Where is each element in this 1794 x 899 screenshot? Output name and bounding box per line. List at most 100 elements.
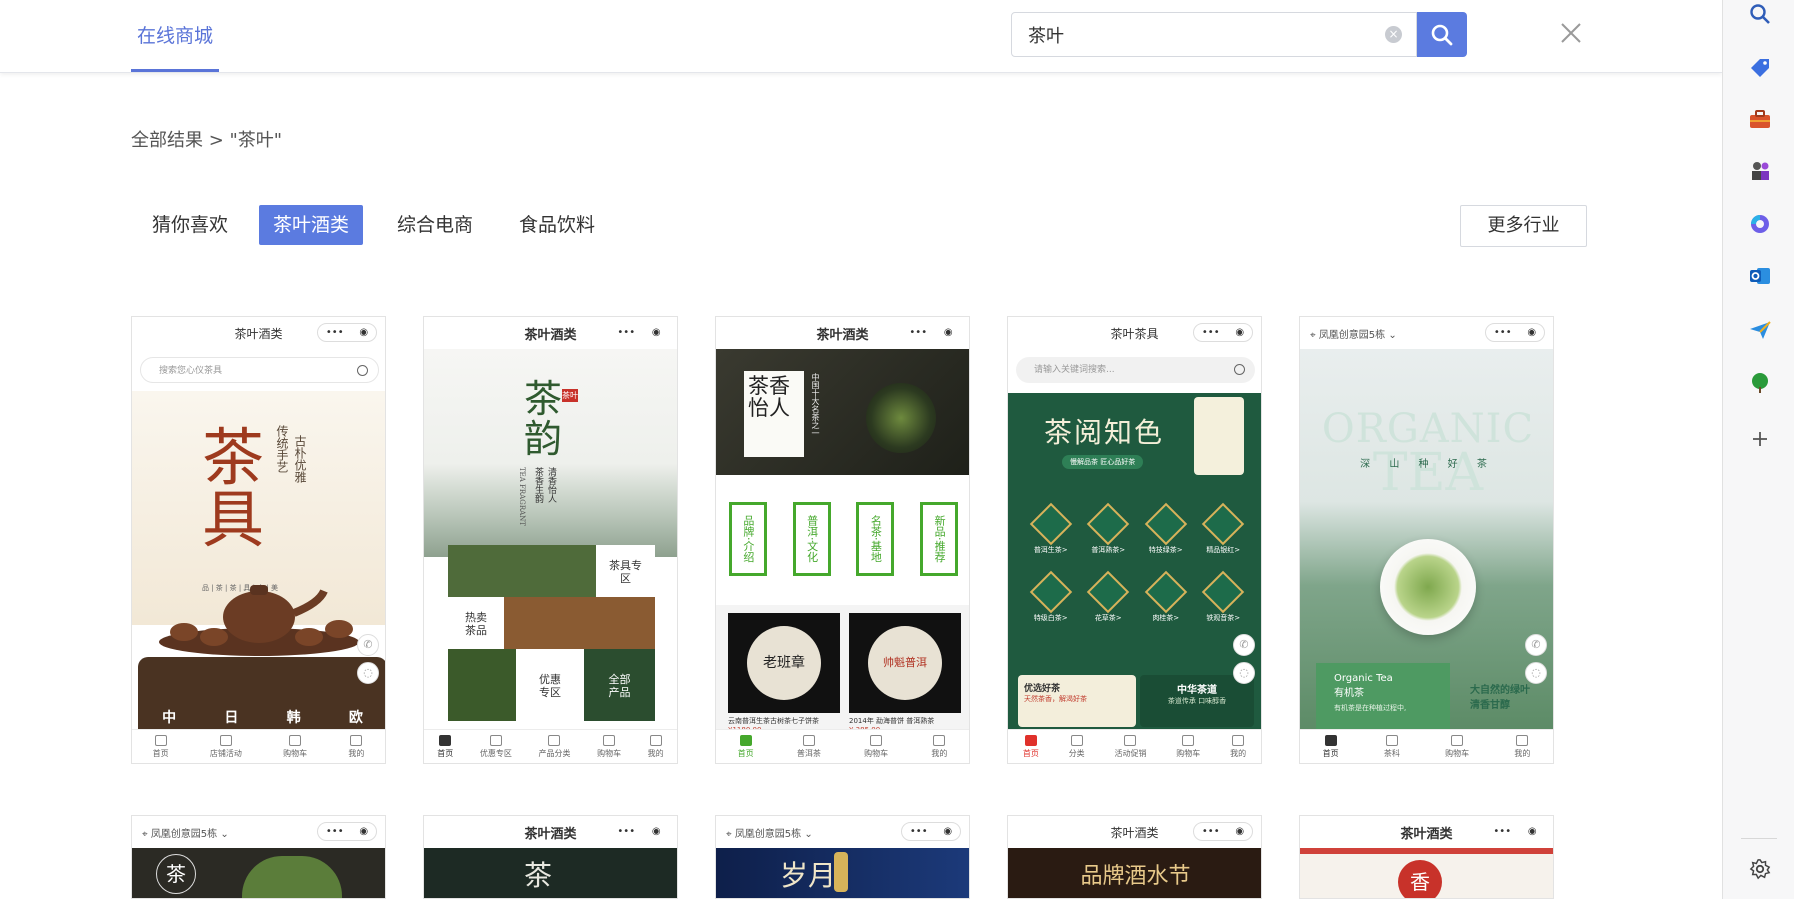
close-button[interactable]	[1556, 18, 1586, 48]
card-tabbar: 首页 优惠专区 产品分类 购物车 我的	[424, 729, 677, 763]
category-tab[interactable]: 食品饮料	[505, 205, 609, 245]
tab-item: 我的	[1230, 734, 1246, 759]
chat-icon: ◌	[1233, 662, 1255, 684]
category-tab[interactable]: 猜你喜欢	[138, 205, 242, 245]
card-title: 茶叶酒类	[816, 327, 869, 343]
hero-subtitle: 清香怡人	[546, 467, 556, 503]
card-search-bar: 搜索您心仪茶具	[140, 357, 379, 383]
search-icon	[357, 365, 368, 376]
tea-cup-image	[1380, 539, 1476, 635]
capsule-menu: ••• ◉	[317, 822, 377, 841]
search-button[interactable]	[1417, 12, 1467, 57]
capsule-menu: ••• ◉	[909, 327, 953, 338]
outlook-icon[interactable]	[1747, 263, 1773, 289]
more-industries-button[interactable]: 更多行业	[1460, 205, 1587, 247]
template-card[interactable]: 茶叶酒类 ••• ◉ 品牌酒水节	[1007, 815, 1262, 899]
card-header: 茶叶酒类 ••• ◉	[132, 317, 385, 349]
copilot-icon[interactable]	[1747, 211, 1773, 237]
chess-icon[interactable]	[1747, 158, 1773, 184]
hero-seal: 茶叶	[562, 389, 578, 402]
tab-item: 茶科	[1384, 734, 1400, 759]
card-title: 茶叶酒类	[524, 826, 577, 842]
category-diamonds: 普洱生茶> 普洱熟茶> 特技绿茶> 精品银红> 特级白茶> 花草茶> 肉桂茶> …	[1022, 502, 1252, 623]
search-icon[interactable]	[1747, 1, 1773, 27]
card-tabbar: 首页 分类 活动促销 购物车 我的	[1008, 729, 1261, 763]
card-hero: 香	[1300, 848, 1553, 898]
hero-title: 茶香怡人	[744, 371, 804, 457]
card-header: 茶叶酒类 ••• ◉	[1008, 816, 1261, 848]
gear-icon[interactable]	[1747, 856, 1773, 882]
category-tab-active[interactable]: 茶叶酒类	[259, 205, 364, 245]
card-hero: 茶	[132, 848, 385, 898]
tab-online-mall[interactable]: 在线商城	[131, 0, 219, 72]
template-card[interactable]: 茶叶酒类 ••• ◉ 茶韵 茶叶 茶香生韵 清香怡人 TEA FRAGRANT 茶…	[423, 316, 678, 764]
location-label: ⌖ 凤凰创意园5栋 ⌄	[726, 828, 813, 840]
search-input[interactable]	[1028, 13, 1368, 56]
clear-icon[interactable]: ×	[1385, 26, 1402, 43]
template-card[interactable]: 茶叶茶具 ••• ◉ 请输入关键词搜索... 茶阅知色 慢解品茶 匠心品好茶 普洱…	[1007, 316, 1262, 764]
location-label: ⌖ 凤凰创意园5栋 ⌄	[142, 828, 229, 840]
product-list: 老班章 云南普洱生茶古树茶七子饼茶 ¥1180.00 帅魁普洱 2014年 勐海…	[716, 605, 969, 734]
template-card[interactable]: ⌖ 凤凰创意园5栋 ⌄ ••• ◉ 岁月	[715, 815, 970, 899]
template-card[interactable]: ⌖ 凤凰创意园5栋 ⌄ ••• ◉ ORGANIC TEA 深 山 种 好 茶 O…	[1299, 316, 1554, 764]
right-sidebar	[1722, 0, 1794, 899]
capsule-menu: ••• ◉	[317, 323, 377, 342]
search-box: ×	[1011, 12, 1417, 57]
template-card[interactable]: 茶叶酒类 ••• ◉ 香	[1299, 815, 1554, 899]
card-search-bar: 请输入关键词搜索...	[1016, 357, 1255, 383]
tag-icon[interactable]	[1747, 55, 1773, 81]
card-header: ⌖ 凤凰创意园5栋 ⌄ ••• ◉	[1300, 317, 1553, 349]
category-tab[interactable]: 综合电商	[383, 205, 487, 245]
card-header: 茶叶酒类 ••• ◉	[424, 816, 677, 848]
add-icon[interactable]	[1747, 426, 1773, 452]
tab-item: 购物车	[864, 734, 888, 759]
tab-item: 我的	[648, 734, 664, 759]
template-card[interactable]: 茶叶酒类 ••• ◉ 茶香怡人 中国十大名茶之一 品牌·介绍 普洱·文化 名茶·基…	[715, 316, 970, 764]
tab-item: 首页	[738, 734, 754, 759]
hero-tagline: 慢解品茶 匠心品好茶	[1062, 455, 1144, 469]
search-icon	[1431, 24, 1453, 45]
tree-icon[interactable]	[1747, 370, 1773, 396]
tab-item: 优惠专区	[480, 734, 512, 759]
card-hero: ORGANIC TEA 深 山 种 好 茶 Organic Tea 有机茶 有机…	[1300, 349, 1553, 731]
send-icon[interactable]	[1747, 317, 1773, 343]
breadcrumb: 全部结果 > "茶叶"	[131, 130, 283, 151]
card-tabbar: 首页 店铺活动 购物车 我的	[132, 729, 385, 763]
template-card[interactable]: 茶叶酒类 ••• ◉ 搜索您心仪茶具 茶具 传统手艺 古朴优雅 品 | 茶 | 茶…	[131, 316, 386, 764]
tab-item: 普洱茶	[797, 734, 821, 759]
card-hero: 茶	[424, 848, 677, 898]
hero-subtitle: 茶香生韵	[533, 467, 543, 503]
phone-icon: ✆	[1233, 634, 1255, 656]
card-header: 茶叶酒类 ••• ◉	[716, 317, 969, 349]
hero-subtitle: 传统手艺	[275, 425, 289, 473]
phone-icon: ✆	[1525, 634, 1547, 656]
card-header: ⌖ 凤凰创意园5栋 ⌄ ••• ◉	[132, 816, 385, 848]
teapot-image	[154, 547, 364, 657]
template-card[interactable]: ⌖ 凤凰创意园5栋 ⌄ ••• ◉ 茶	[131, 815, 386, 899]
template-card[interactable]: 茶叶酒类 ••• ◉ 茶	[423, 815, 678, 899]
hero-title: 茶阅知色	[1044, 416, 1165, 449]
hero-title: ORGANIC TEA	[1321, 406, 1535, 503]
card-title: 茶叶酒类	[524, 327, 577, 343]
top-bar: 在线商城 ×	[0, 0, 1722, 73]
tab-item: 购物车	[1445, 734, 1469, 759]
product-card: 帅魁普洱 2014年 勐海普饼 普洱熟茶 ¥ 385.00	[849, 613, 961, 734]
card-hero: 茶阅知色 慢解品茶 匠心品好茶 普洱生茶> 普洱熟茶> 特技绿茶> 精品银红> …	[1008, 393, 1261, 731]
hero-title: 茶韵	[524, 377, 563, 461]
card-header: 茶叶茶具 ••• ◉	[1008, 317, 1261, 349]
briefcase-icon[interactable]	[1747, 107, 1773, 133]
tab-item: 分类	[1069, 734, 1085, 759]
tab-item: 我的	[348, 734, 364, 759]
chat-icon: ◌	[1525, 662, 1547, 684]
category-strip: 中 日 韩 欧	[138, 657, 385, 731]
capsule-menu: ••• ◉	[1193, 323, 1253, 342]
hero-subtitle: TEA FRAGRANT	[518, 467, 526, 526]
tab-item: 购物车	[283, 734, 307, 759]
card-hero: 茶韵 茶叶 茶香生韵 清香怡人 TEA FRAGRANT	[424, 349, 677, 557]
card-hero: 品牌酒水节	[1008, 848, 1261, 898]
product-card: 老班章 云南普洱生茶古树茶七子饼茶 ¥1180.00	[728, 613, 840, 734]
tab-item: 首页	[1323, 734, 1339, 759]
sidebar-divider	[1741, 838, 1777, 839]
app-window: 在线商城 ×	[0, 0, 1794, 899]
nav-boxes: 品牌·介绍 普洱·文化 名茶·基地 新品·推荐	[716, 485, 969, 593]
